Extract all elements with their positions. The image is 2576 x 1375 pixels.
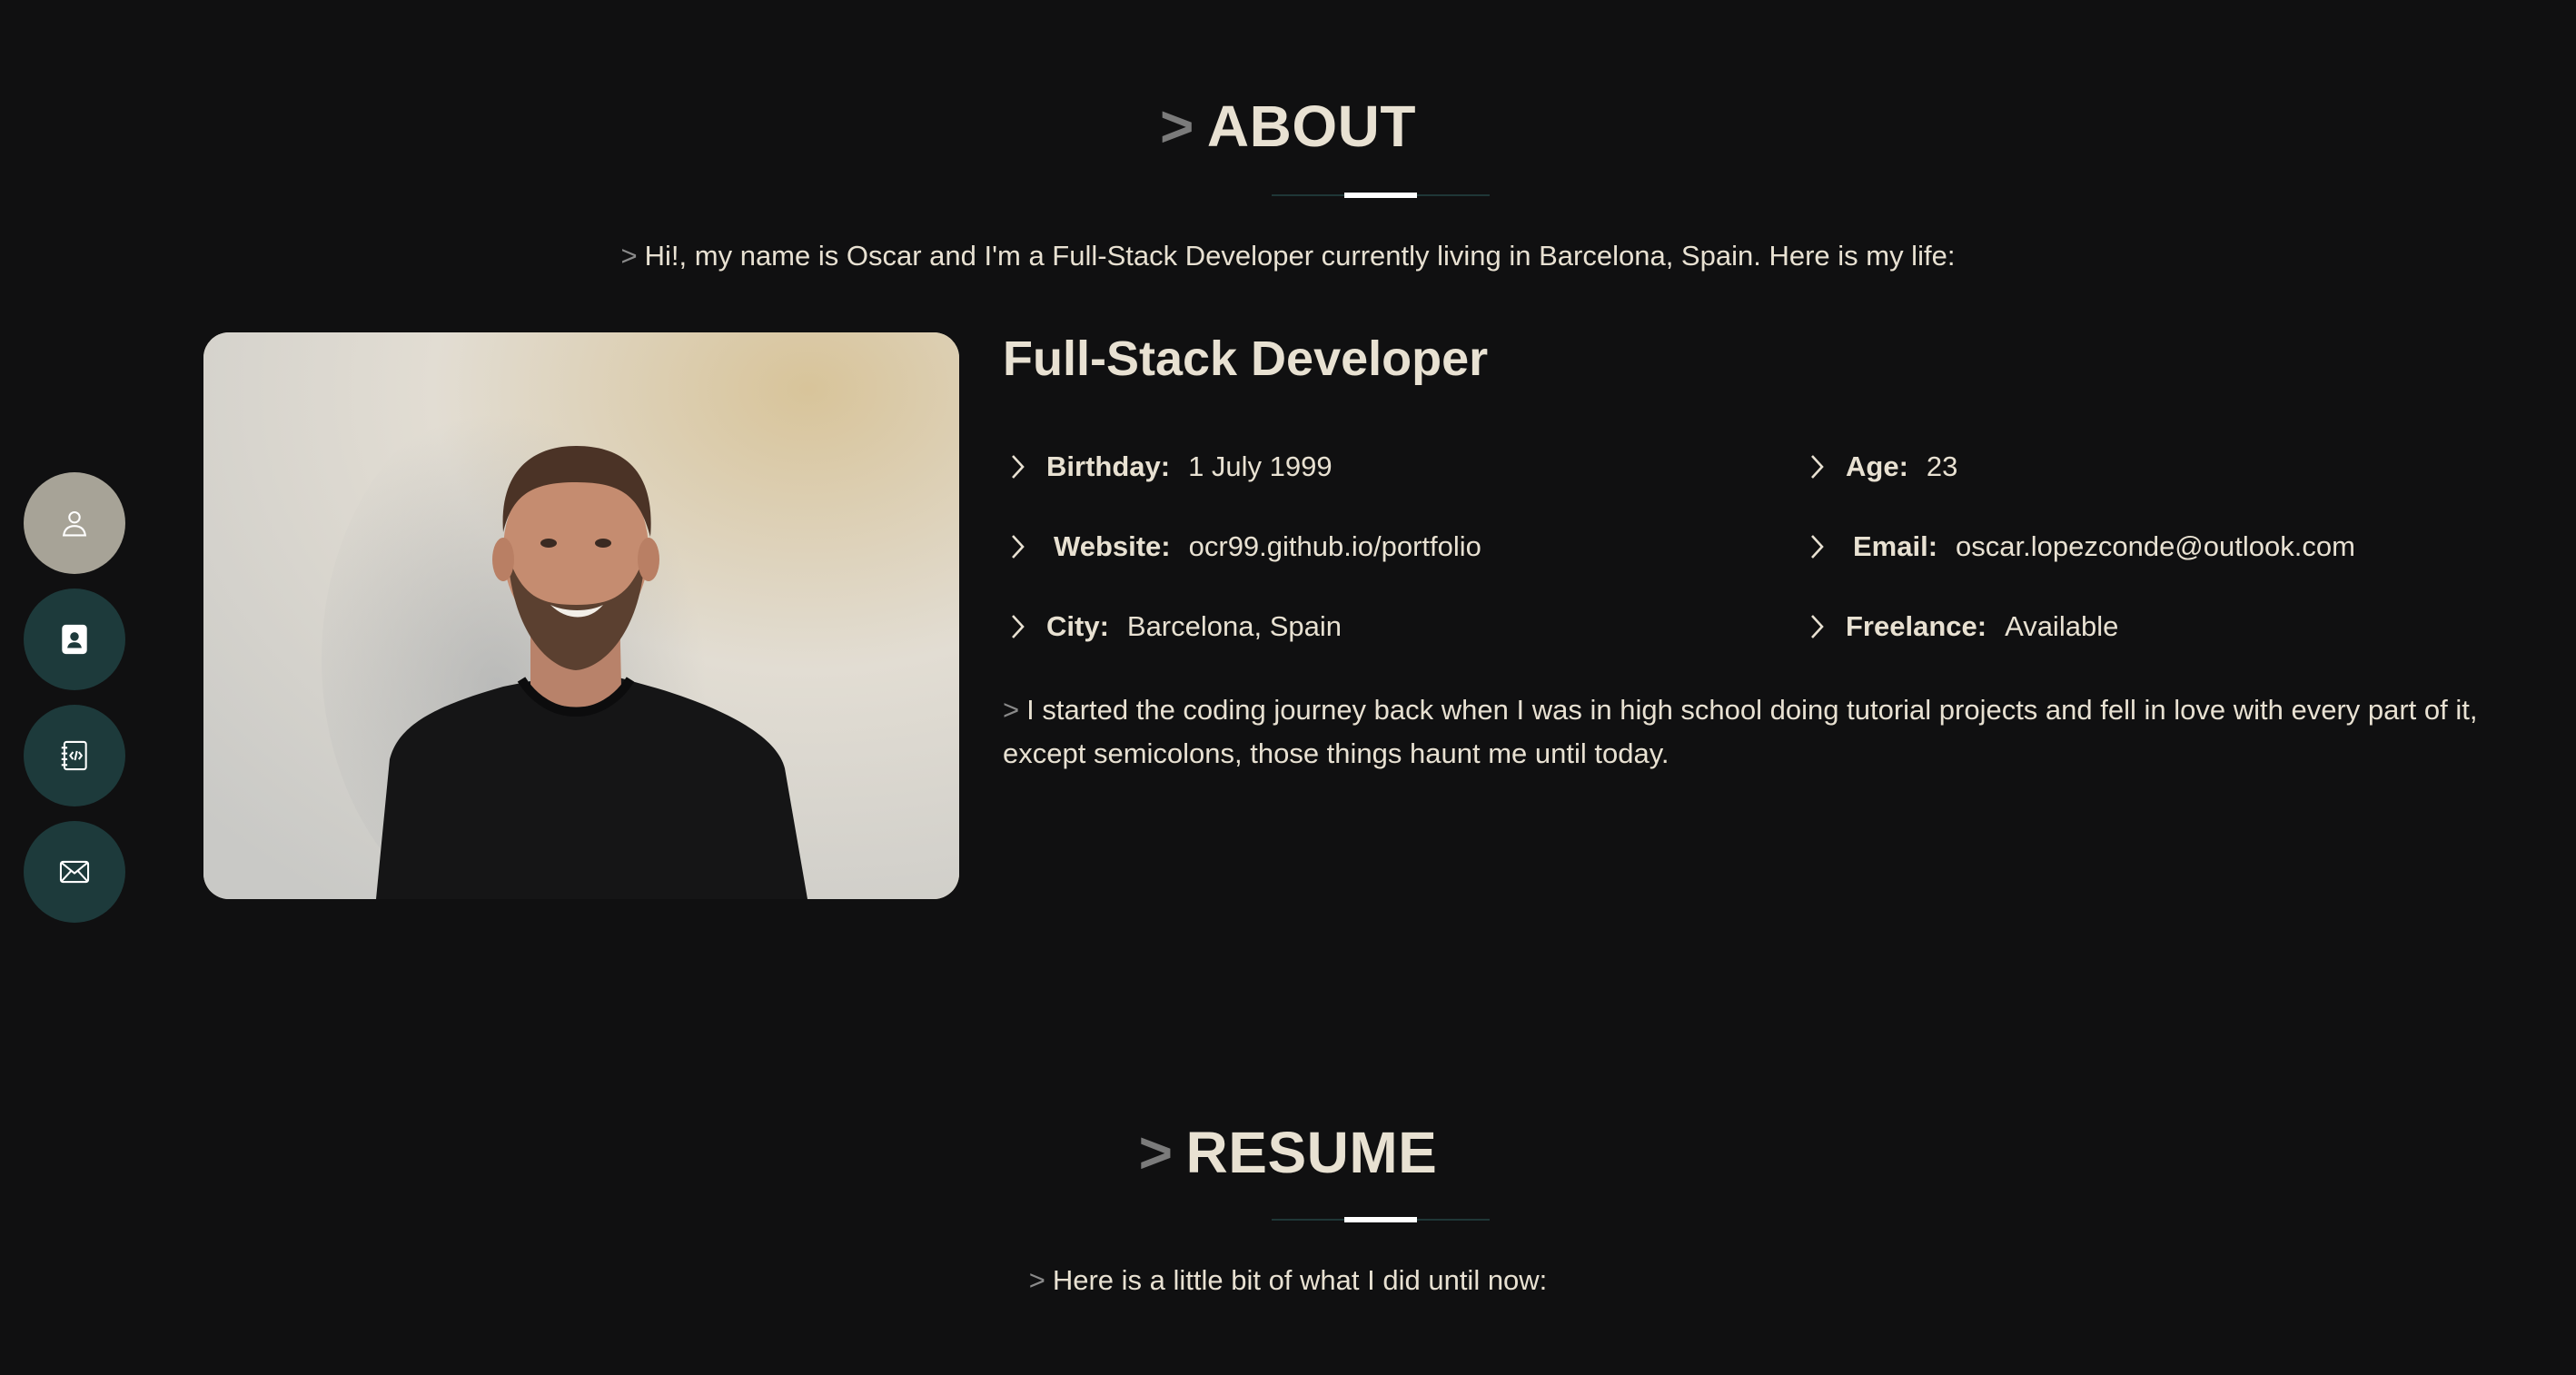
info-website: Website: ocr99.github.io/portfolio <box>1008 530 1481 563</box>
info-email-value[interactable]: oscar.lopezconde@outlook.com <box>1956 530 2355 563</box>
info-city: City: Barcelona, Spain <box>1008 610 1342 643</box>
resume-title: > RESUME <box>0 1119 2576 1186</box>
about-intro-caret: > <box>620 240 638 272</box>
about-bio-caret: > <box>1003 694 1020 726</box>
resume-title-underline-bar <box>1344 1217 1417 1222</box>
info-freelance-label: Freelance: <box>1846 610 1987 642</box>
profile-photo <box>203 332 959 899</box>
about-title-underline-bar <box>1344 193 1417 198</box>
resume-title-caret: > <box>1138 1120 1174 1185</box>
about-intro-text: Hi!, my name is Oscar and I'm a Full-Sta… <box>644 240 1956 272</box>
mail-icon <box>59 860 90 884</box>
resume-title-underline <box>1272 1217 1490 1222</box>
resume-intro-text: Here is a little bit of what I did until… <box>1052 1264 1548 1296</box>
info-email-label: Email: <box>1853 530 1938 562</box>
info-birthday-value: 1 July 1999 <box>1188 450 1333 482</box>
chevron-right-icon <box>1811 455 1824 479</box>
resume-title-text: RESUME <box>1185 1120 1438 1185</box>
contact-card-icon <box>62 624 87 655</box>
info-freelance-value: Available <box>2005 610 2119 642</box>
info-city-label: City: <box>1046 610 1109 642</box>
info-age-value: 23 <box>1926 450 1958 482</box>
code-notebook-icon <box>61 740 87 771</box>
chevron-right-icon <box>1811 535 1824 559</box>
user-icon <box>62 510 87 537</box>
portfolio-page: > ABOUT > Hi!, my name is Oscar and I'm a … <box>0 0 2576 1375</box>
about-intro: > Hi!, my name is Oscar and I'm a Full-St… <box>0 240 2576 272</box>
profile-photo-image <box>203 332 959 899</box>
info-age-label: Age: <box>1846 450 1908 482</box>
info-birthday: Birthday: 1 July 1999 <box>1008 450 1333 483</box>
chevron-right-icon <box>1811 615 1824 638</box>
resume-intro: > Here is a little bit of what I did unti… <box>0 1264 2576 1297</box>
nav-portfolio-button[interactable] <box>24 705 125 806</box>
info-freelance: Freelance: Available <box>1808 610 2118 643</box>
nav-contact-button[interactable] <box>24 821 125 923</box>
resume-intro-caret: > <box>1028 1264 1045 1296</box>
nav-resume-button[interactable] <box>24 589 125 690</box>
info-email: Email: oscar.lopezconde@outlook.com <box>1808 530 2355 563</box>
about-title-caret: > <box>1160 94 1194 159</box>
role-title: Full-Stack Developer <box>1003 331 1489 386</box>
about-title-text: ABOUT <box>1206 94 1416 159</box>
side-nav <box>24 472 125 923</box>
info-age: Age: 23 <box>1808 450 1957 483</box>
about-bio-text: I started the coding journey back when I… <box>1003 694 2478 769</box>
about-bio: > I started the coding journey back when … <box>1003 688 2547 776</box>
info-website-value[interactable]: ocr99.github.io/portfolio <box>1189 530 1481 563</box>
info-city-value: Barcelona, Spain <box>1126 610 1342 642</box>
chevron-right-icon <box>1012 615 1025 638</box>
chevron-right-icon <box>1012 535 1025 559</box>
about-title-underline <box>1272 193 1490 198</box>
about-title: > ABOUT <box>0 93 2576 160</box>
nav-about-button[interactable] <box>24 472 125 574</box>
chevron-right-icon <box>1012 455 1025 479</box>
info-website-label: Website: <box>1054 530 1171 562</box>
info-birthday-label: Birthday: <box>1046 450 1171 482</box>
